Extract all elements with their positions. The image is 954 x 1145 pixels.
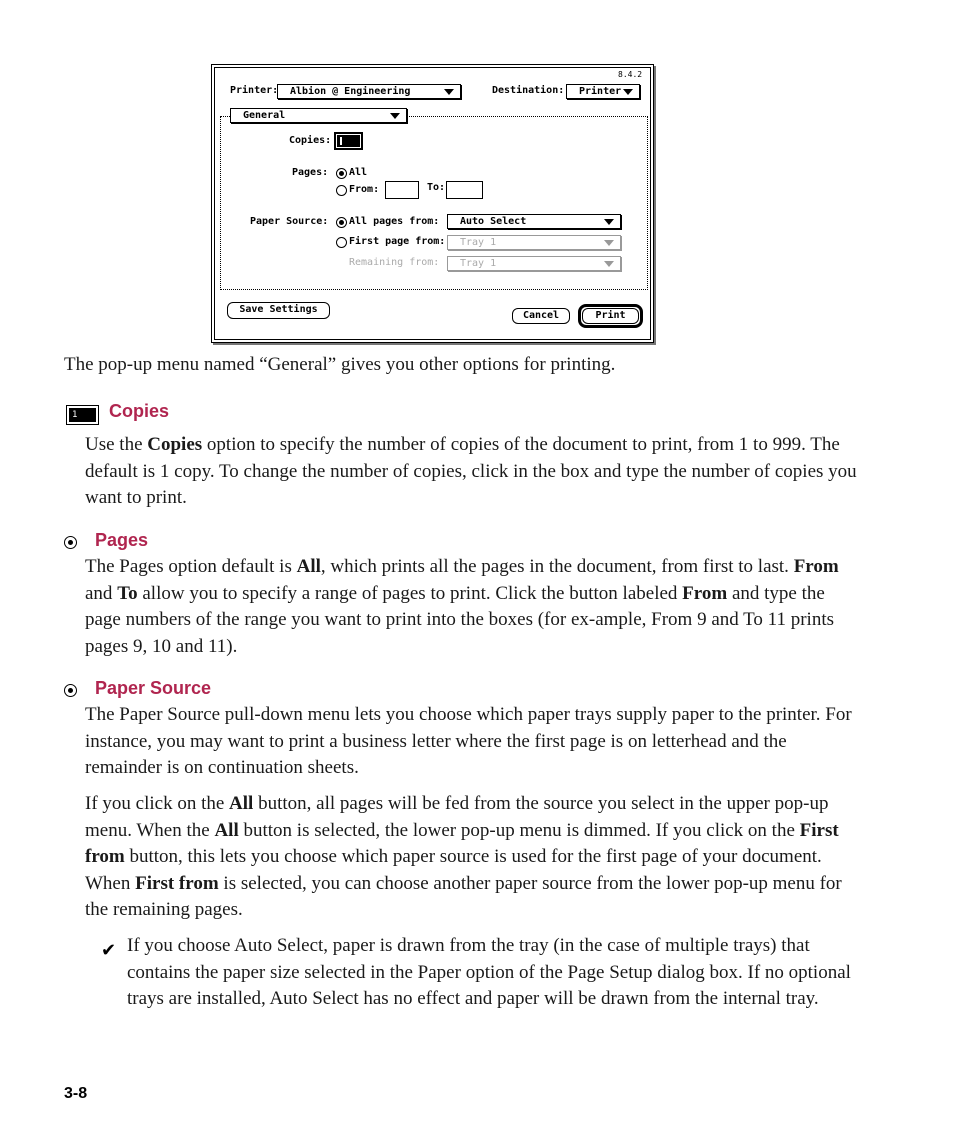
save-settings-button[interactable]: Save Settings [227, 302, 330, 319]
check-icon: ✔ [101, 940, 117, 961]
paper-source-description: The Paper Source pull-down menu lets you… [85, 704, 852, 778]
radio-button-icon [64, 684, 77, 697]
first-page-source-popup[interactable]: Tray 1 [447, 235, 621, 250]
destination-label: Destination: [492, 85, 565, 96]
page-number: 3-8 [64, 1085, 88, 1102]
remaining-source-popup[interactable]: Tray 1 [447, 256, 621, 271]
bold-term: All [214, 819, 239, 841]
panel-value: General [243, 110, 286, 121]
dialog-shadow [213, 343, 656, 345]
bold-term: To [117, 582, 138, 604]
all-pages-from-label[interactable]: All pages from: [349, 216, 439, 227]
cancel-button[interactable]: Cancel [512, 308, 570, 324]
chevron-down-icon [623, 89, 633, 95]
chevron-down-icon [604, 219, 614, 225]
bold-term: From [682, 582, 728, 604]
bold-term: First from [135, 872, 219, 894]
heading-copies: Copies [109, 401, 170, 421]
dialog-shadow [654, 66, 656, 345]
copies-input[interactable] [334, 132, 363, 150]
pages-from-radio[interactable] [336, 185, 347, 196]
all-pages-source-value: Auto Select [460, 216, 527, 227]
radio-button-icon [64, 536, 77, 549]
first-page-from-radio[interactable] [336, 237, 347, 248]
copies-value-caret [340, 137, 342, 145]
copies-field-icon: 1 [66, 405, 99, 425]
chevron-down-icon [390, 113, 400, 119]
pages-to-label: To: [427, 182, 446, 193]
paper-source-details: If you click on the All button, all page… [85, 793, 842, 920]
chevron-down-icon [444, 89, 454, 95]
all-pages-source-popup[interactable]: Auto Select [447, 214, 621, 229]
pages-description: The Pages option default is All, which p… [85, 556, 839, 657]
printer-label: Printer: [230, 85, 279, 96]
bold-term: All [296, 556, 321, 577]
pages-to-input[interactable] [446, 181, 483, 199]
pages-all-label[interactable]: All [349, 167, 367, 178]
pages-from-input[interactable] [385, 181, 419, 199]
chevron-down-icon [604, 240, 614, 246]
bold-term: Copies [147, 434, 203, 455]
remaining-from-label: Remaining from: [349, 257, 440, 268]
printer-popup[interactable]: Albion @ Engineering [277, 84, 461, 99]
chevron-down-icon [604, 261, 614, 267]
intro-text: The pop-up menu named “General” gives yo… [64, 354, 616, 375]
panel-popup[interactable]: General [230, 108, 407, 123]
printer-value: Albion @ Engineering [290, 86, 411, 97]
print-button[interactable]: Print [582, 308, 639, 324]
copies-field-icon-value: 1 [69, 408, 96, 422]
heading-pages: Pages [95, 530, 149, 550]
destination-value: Printer [579, 86, 622, 97]
all-pages-from-radio[interactable] [336, 217, 347, 228]
heading-paper-source: Paper Source [95, 678, 212, 698]
auto-select-note: If you choose Auto Select, paper is draw… [127, 935, 851, 1009]
bold-term: All [229, 793, 254, 814]
pages-from-label[interactable]: From: [349, 184, 379, 195]
copies-label: Copies: [289, 135, 332, 146]
first-page-from-label[interactable]: First page from: [349, 236, 445, 247]
pages-label: Pages: [292, 167, 329, 178]
destination-popup[interactable]: Printer [566, 84, 640, 99]
pages-all-radio[interactable] [336, 168, 347, 179]
copies-description: Use the Copies option to specify the num… [85, 434, 857, 508]
bold-term: From [793, 556, 839, 577]
first-page-source-value: Tray 1 [460, 237, 497, 248]
remaining-source-value: Tray 1 [460, 258, 497, 269]
driver-version: 8.4.2 [618, 70, 643, 79]
paper-source-label: Paper Source: [250, 216, 329, 227]
bold-term: First from [85, 819, 839, 868]
